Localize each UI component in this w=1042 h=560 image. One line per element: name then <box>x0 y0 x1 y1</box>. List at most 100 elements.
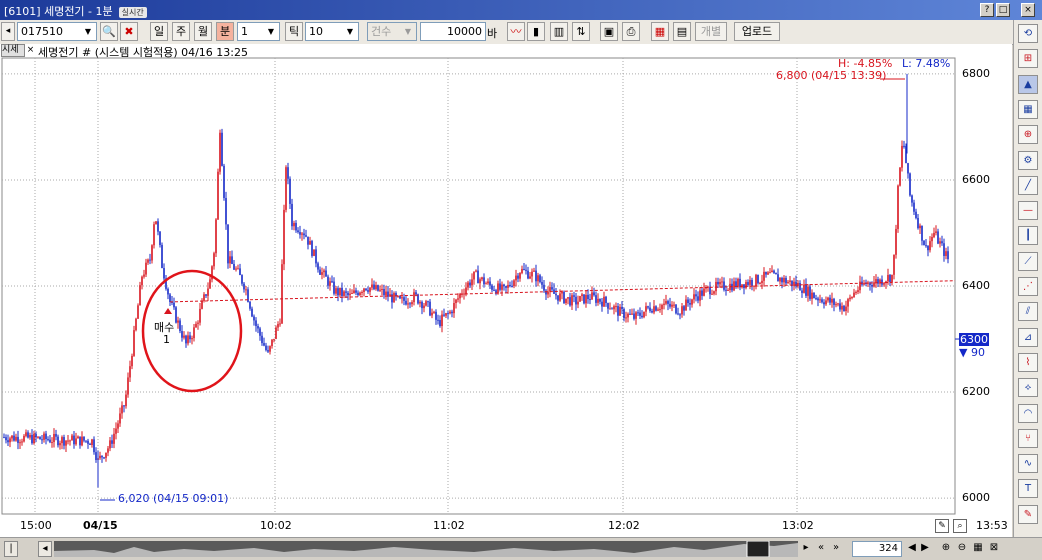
zoom-out-button[interactable]: ⊖ <box>956 541 968 557</box>
refresh-tool-button[interactable]: ⟲ <box>1018 24 1038 43</box>
settings-tool-button[interactable]: ⚙ <box>1018 150 1038 170</box>
gann-tool-button[interactable]: ⊿ <box>1018 327 1038 347</box>
candle-body <box>437 319 439 321</box>
candle-body <box>413 292 415 303</box>
wave-tool-button[interactable]: ∿ <box>1018 454 1038 474</box>
triangle-left-icon: ◀ <box>908 542 916 553</box>
text-tool-button[interactable]: T <box>1018 479 1038 499</box>
candle-body <box>273 338 275 340</box>
period-month-button[interactable]: 월 <box>194 22 212 41</box>
candle-body <box>65 440 67 446</box>
period-day-button[interactable]: 일 <box>150 22 168 41</box>
arc-tool-button[interactable]: ◠ <box>1018 403 1038 423</box>
maximize-button[interactable]: □ <box>996 3 1010 17</box>
candle-body <box>455 299 457 304</box>
indicator-button[interactable]: ▦ <box>651 22 669 41</box>
candle-body <box>67 440 69 442</box>
prev-button[interactable]: ◀ <box>906 541 918 557</box>
scroll-right-button[interactable]: ▸ <box>800 541 812 557</box>
scroll-left-button[interactable]: ◂ <box>38 541 52 557</box>
candle-body <box>657 309 659 311</box>
candle-body <box>589 299 591 301</box>
fit-button[interactable]: ▦ <box>972 541 984 557</box>
page-right-button[interactable]: » <box>830 541 842 557</box>
candle-body <box>9 438 11 443</box>
table-button[interactable]: ▤ <box>673 22 691 41</box>
volume-overview-strip[interactable] <box>54 541 798 557</box>
tick-combo[interactable]: 10 ▼ <box>305 22 359 41</box>
zoom-button[interactable]: ⌕ <box>953 519 967 533</box>
reset-button[interactable]: ⊠ <box>988 541 1000 557</box>
price-chart <box>1 57 959 515</box>
search-x-icon: ✖ <box>124 25 134 38</box>
pin-button[interactable]: ◂ <box>1 22 15 41</box>
volume-chart-button[interactable]: ▥ <box>550 22 568 41</box>
candle-body <box>789 280 791 282</box>
vline-tool-button[interactable]: ┃ <box>1018 226 1038 246</box>
page-left-button[interactable]: « <box>815 541 827 557</box>
candle-body <box>243 283 245 290</box>
interval-combo[interactable]: 1 ▼ <box>237 22 280 41</box>
candle-body <box>513 280 515 287</box>
candle-body <box>255 320 257 327</box>
fan-icon: ⟡ <box>1024 382 1032 394</box>
visible-count-input[interactable]: 324 <box>852 541 902 557</box>
help-button[interactable]: ? <box>980 3 994 17</box>
x-tick-label: 11:02 <box>433 519 465 532</box>
candle-body <box>155 221 157 225</box>
candle-body <box>403 297 405 301</box>
candle-body <box>133 330 135 356</box>
candle-body <box>765 271 767 275</box>
candle-chart-button[interactable]: ⇅ <box>572 22 590 41</box>
zoom-in-button[interactable]: ⊕ <box>940 541 952 557</box>
chart-area[interactable]: 시세 × 세명전기 # (시스템 시험적용) 04/16 13:25 H: -4… <box>0 44 1012 537</box>
candle-body <box>159 231 161 245</box>
candle-body <box>445 313 447 316</box>
next-button[interactable]: ▶ <box>919 541 931 557</box>
count-combo[interactable]: 건수 ▼ <box>367 22 417 41</box>
grid-tool-button[interactable]: ▦ <box>1018 99 1038 119</box>
draw-tool-button[interactable]: ✎ <box>935 519 949 533</box>
candle-body <box>277 324 279 328</box>
candle-body <box>185 335 187 344</box>
individual-button[interactable]: 개별 <box>695 22 727 41</box>
fibo-tool-button[interactable]: ⋰ <box>1018 277 1038 296</box>
channel-icon: ⫽ <box>1025 306 1031 318</box>
line-chart-button[interactable]: 〰 <box>507 22 525 41</box>
trend-tool-button[interactable]: ╱ <box>1018 175 1038 195</box>
bar-chart-button[interactable]: ▮ <box>527 22 545 41</box>
period-minute-button[interactable]: 분 <box>216 22 234 41</box>
tick-button[interactable]: 틱 <box>285 22 303 41</box>
period-week-button[interactable]: 주 <box>172 22 190 41</box>
candle-body <box>559 293 561 301</box>
save-button[interactable]: ▣ <box>600 22 618 41</box>
close-button[interactable]: × <box>1021 3 1035 17</box>
candle-body <box>431 312 433 316</box>
upload-button[interactable]: 업로드 <box>734 22 780 41</box>
candle-body <box>89 443 91 446</box>
print-button[interactable]: ⎙ <box>622 22 640 41</box>
hline-tool-button[interactable]: — <box>1018 201 1038 221</box>
cross-tool-button[interactable]: ⊕ <box>1018 125 1038 145</box>
candle-body <box>429 301 431 316</box>
stock-code-combo[interactable]: 017510 ▼ <box>17 22 97 41</box>
scroll-start-button[interactable]: | <box>4 541 18 557</box>
channel-tool-button[interactable]: ⫽ <box>1018 302 1038 322</box>
diagonal-tool-button[interactable]: ⟋ <box>1018 251 1038 271</box>
pattern-tool-button[interactable]: ⌇ <box>1018 352 1038 372</box>
bars-input[interactable]: 10000 <box>420 22 486 41</box>
layout-tool-button[interactable]: ⊞ <box>1018 49 1038 69</box>
candle-body <box>805 284 807 296</box>
fan-tool-button[interactable]: ⟡ <box>1018 378 1038 398</box>
candle-body <box>33 433 35 444</box>
candle-body <box>491 285 493 290</box>
cursor-tool-button[interactable]: ▲ <box>1018 74 1038 94</box>
fork-tool-button[interactable]: ⑂ <box>1018 428 1038 448</box>
candle-body <box>245 289 247 291</box>
pencil-tool-button[interactable]: ✎ <box>1018 504 1038 524</box>
candle-body <box>293 222 295 227</box>
search-clear-button[interactable]: ✖ <box>120 22 138 41</box>
candle-body <box>733 281 735 291</box>
candle-body <box>55 433 57 437</box>
search-button[interactable]: 🔍 <box>100 22 118 41</box>
